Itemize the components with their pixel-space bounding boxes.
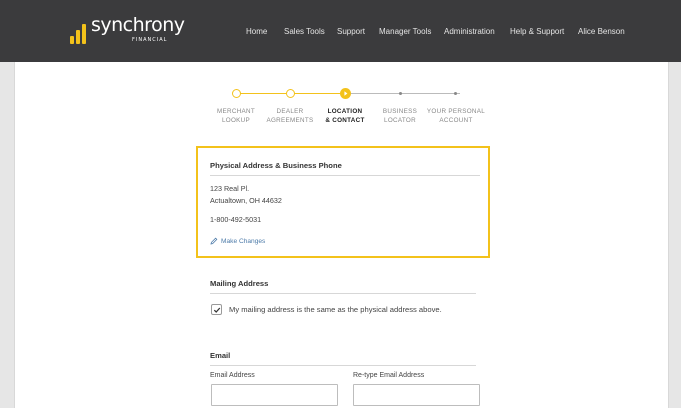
step-connector: [345, 93, 460, 94]
pencil-icon: [210, 237, 218, 245]
address-line-1: 123 Real Pl.: [210, 184, 250, 193]
nav-home[interactable]: Home: [246, 27, 267, 36]
logo-subtitle: FINANCIAL: [132, 37, 168, 43]
address-line-2: Actualtown, OH 44632: [210, 196, 282, 205]
divider: [210, 365, 476, 366]
logo-wordmark: synchrony: [91, 14, 185, 36]
nav-administration[interactable]: Administration: [444, 27, 495, 36]
physical-address-title: Physical Address & Business Phone: [210, 161, 342, 170]
make-changes-label: Make Changes: [221, 237, 266, 245]
mailing-address-title: Mailing Address: [210, 279, 269, 288]
divider: [210, 293, 476, 294]
retype-email-field-label: Re-type Email Address: [353, 372, 425, 379]
logo-bar-icon: [70, 36, 74, 44]
play-icon: [344, 91, 348, 96]
email-field-label: Email Address: [210, 372, 255, 379]
make-changes-link[interactable]: Make Changes: [210, 237, 265, 245]
email-title: Email: [210, 351, 231, 360]
nav-user-account[interactable]: Alice Benson: [578, 27, 625, 36]
step-upcoming-icon: [399, 92, 402, 95]
retype-email-input[interactable]: [353, 384, 480, 406]
step-label-line: ACCOUNT: [439, 117, 473, 124]
step-upcoming-icon: [454, 92, 457, 95]
nav-support[interactable]: Support: [337, 27, 365, 36]
nav-manager-tools[interactable]: Manager Tools: [379, 27, 431, 36]
physical-address-card: Physical Address & Business Phone 123 Re…: [196, 146, 490, 258]
step-complete-icon: [232, 89, 241, 98]
top-navigation-bar: synchrony FINANCIAL Home Sales Tools Sup…: [0, 0, 681, 62]
step-complete-icon: [286, 89, 295, 98]
progress-stepper: MERCHANT LOOKUP DEALER AGREEMENTS LOCATI…: [15, 62, 668, 142]
main-content: MERCHANT LOOKUP DEALER AGREEMENTS LOCATI…: [14, 62, 669, 408]
step-current-icon: [340, 88, 351, 99]
same-address-checkbox[interactable]: [211, 304, 222, 315]
step-label-line: YOUR PERSONAL: [426, 108, 486, 115]
divider: [210, 175, 480, 176]
checkmark-icon: [213, 307, 220, 313]
logo-bar-icon: [76, 30, 80, 44]
logo-bar-icon: [82, 24, 86, 44]
same-address-label[interactable]: My mailing address is the same as the ph…: [229, 305, 442, 314]
email-input[interactable]: [211, 384, 338, 406]
business-phone: 1-800-492-5031: [210, 215, 262, 224]
nav-sales-tools[interactable]: Sales Tools: [284, 27, 325, 36]
nav-help-support[interactable]: Help & Support: [510, 27, 564, 36]
step-personal-account: YOUR PERSONAL ACCOUNT: [421, 107, 491, 125]
